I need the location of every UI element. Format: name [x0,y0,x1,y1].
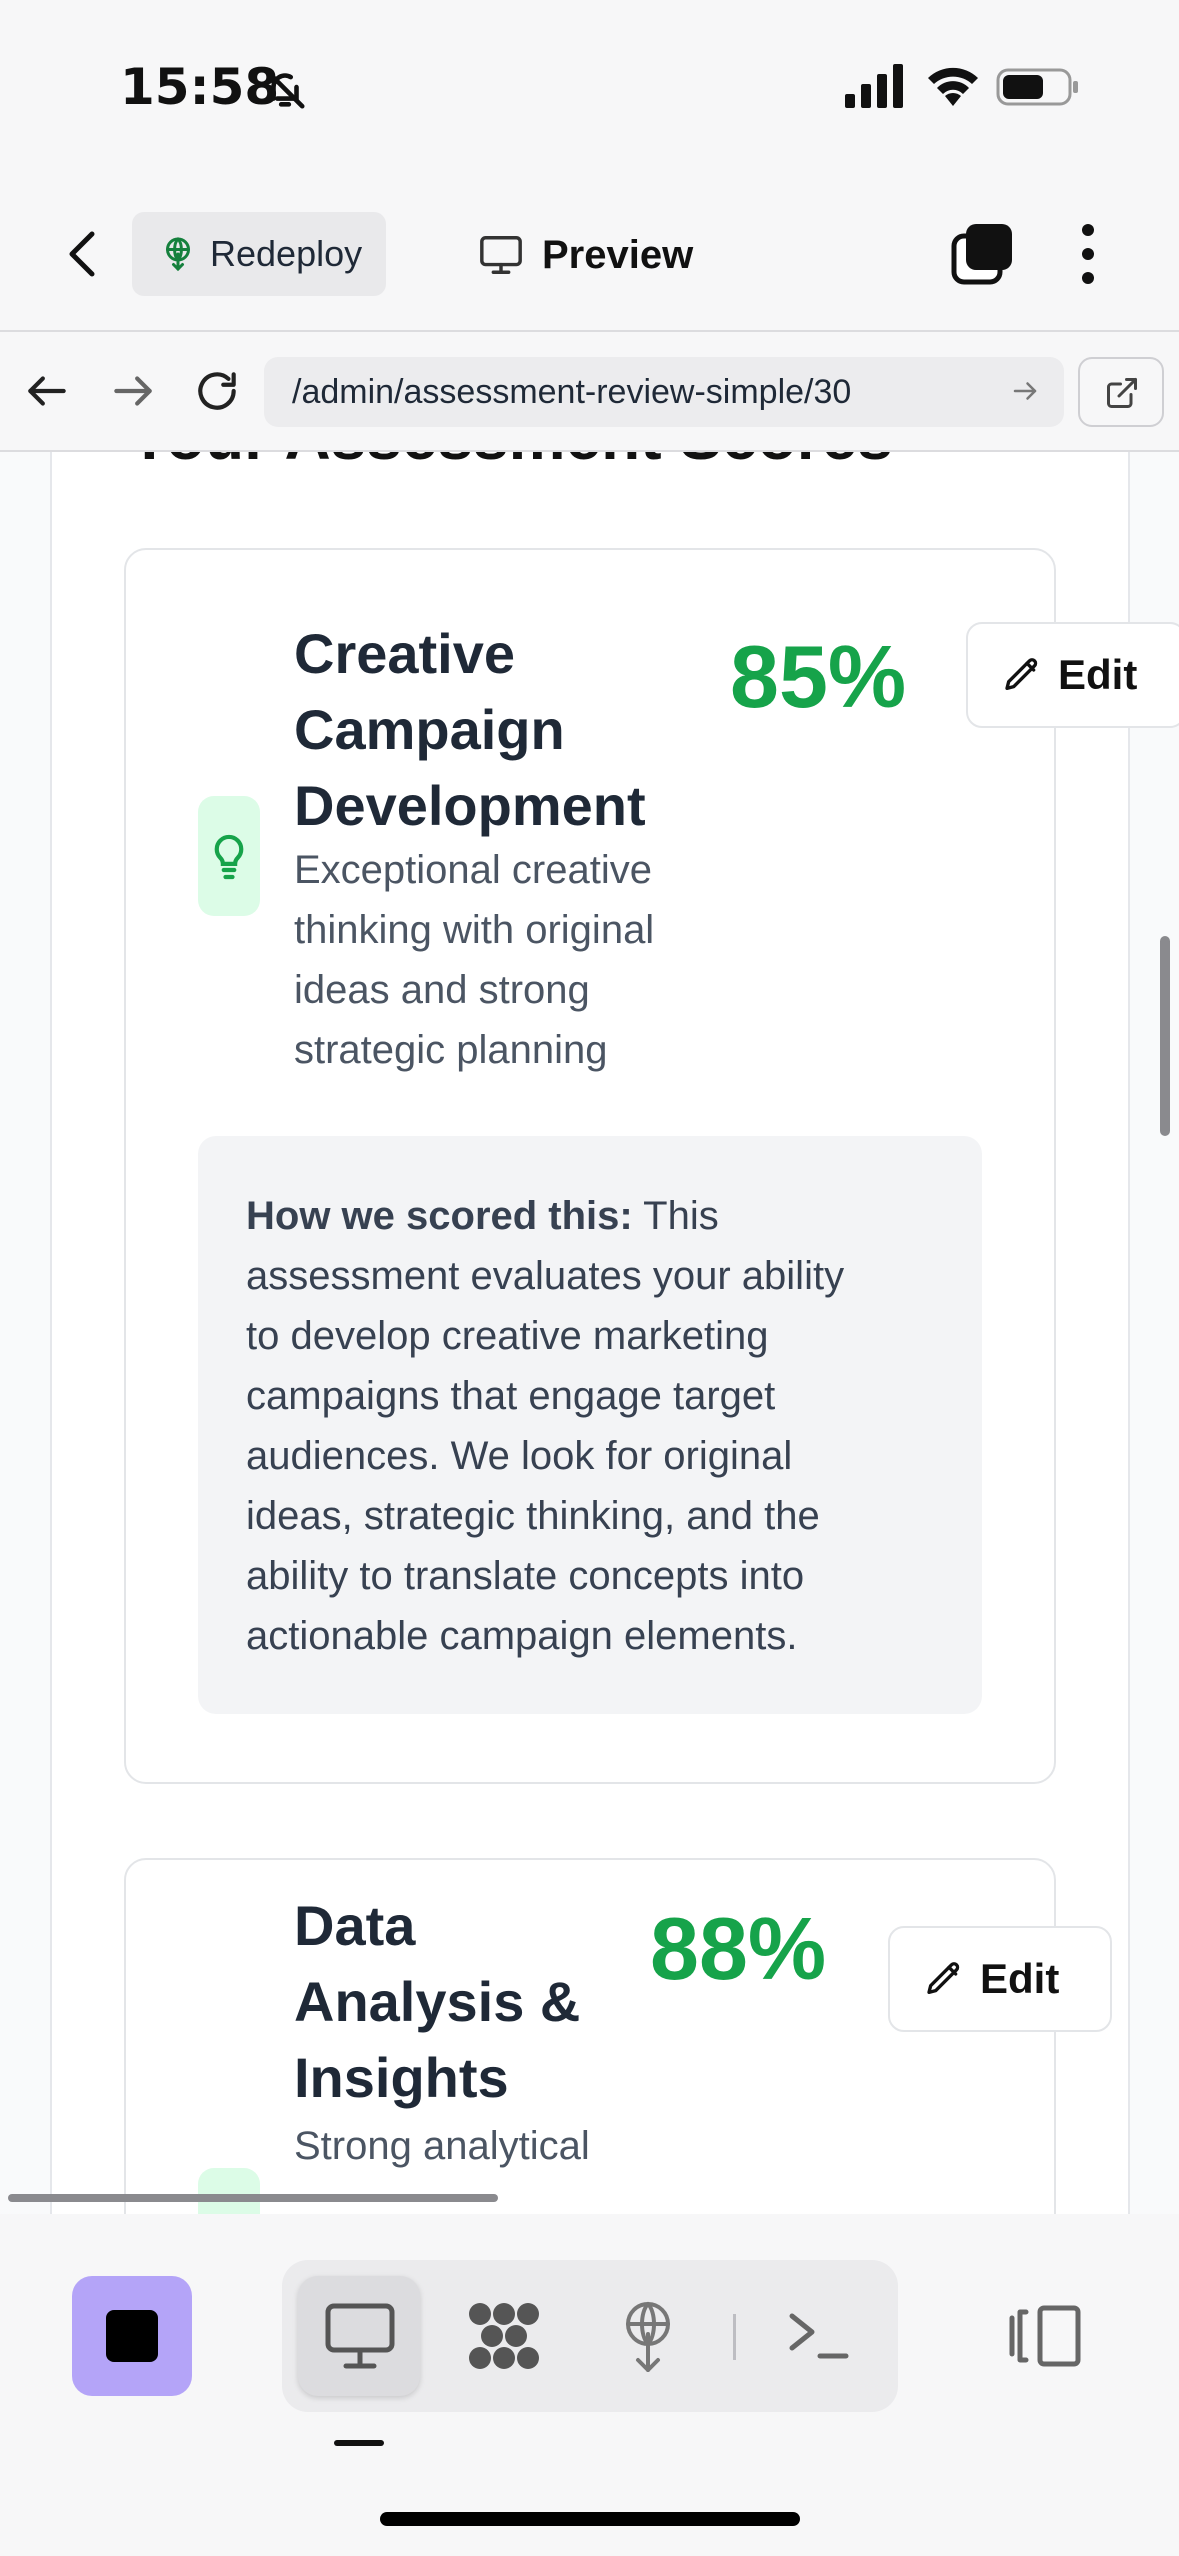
horizontal-scrollbar[interactable] [8,2194,498,2202]
toolbar-divider [733,2314,736,2360]
redeploy-button[interactable]: Redeploy [132,212,386,296]
reload-icon[interactable] [192,366,242,416]
open-external-icon [1107,378,1137,408]
screen: 15:58 Redeploy Preview /admin/assessment… [0,0,1179,2556]
bell-off-icon [265,69,305,109]
workflow-icon[interactable] [464,2300,544,2372]
stop-icon [106,2310,158,2362]
redeploy-icon [166,237,190,272]
description-line: Exceptional creative [294,848,652,892]
category-icon-badge [198,2168,260,2214]
url-text: /admin/assessment-review-simple/30 [292,372,852,411]
home-indicator [380,2512,800,2526]
category-title-line: Campaign [294,698,565,761]
section-title: Your Assessment Scores [128,452,893,474]
description-line: ideas and strong [294,968,590,1012]
category-icon-badge [198,796,260,916]
desktop-preview-icon[interactable] [320,2300,400,2372]
more-vertical-icon[interactable] [1068,222,1108,286]
scoring-text: assessment evaluates your ability [246,1254,845,1298]
pencil-icon [927,1962,960,1994]
lightbulb-icon [214,834,244,880]
status-time: 15:58 [120,58,280,116]
category-title-line: Insights [294,2046,509,2109]
scoring-text: This [632,1194,719,1238]
scoring-heading: How we scored this: [246,1194,633,1238]
category-title-line: Creative [294,622,516,685]
preview-button[interactable]: Preview [478,220,693,290]
scoring-text: ideas, strategic thinking, and the [246,1494,820,1538]
edit-label: Edit [980,1955,1060,2002]
scoring-text: actionable campaign elements. [246,1614,798,1658]
score-value: 85% [730,627,907,726]
scoring-text: ability to translate concepts into [246,1554,805,1598]
category-title: Creative Campaign Development [294,616,646,844]
wifi-icon [928,67,978,106]
vertical-scrollbar[interactable] [1160,936,1170,1136]
scoring-text: campaigns that engage target [246,1374,776,1418]
web-preview[interactable]: Your Assessment Scores Creative Campaign… [0,452,1179,2214]
description-line: strategic planning [294,1028,608,1072]
terminal-icon[interactable] [778,2300,858,2372]
category-description: Strong analytical [294,2116,590,2176]
active-tab-indicator [334,2440,384,2446]
description-line: thinking with original [294,908,655,952]
status-bar: 15:58 [0,0,1179,160]
pencil-icon [1005,658,1038,690]
score-card: Creative Campaign Development Exceptiona… [124,548,1179,1784]
go-arrow-icon[interactable] [1010,376,1040,406]
description-line: Strong analytical [294,2124,590,2168]
deploy-icon[interactable] [608,2300,688,2372]
category-title: Data Analysis & Insights [294,1888,580,2116]
back-arrow-icon[interactable] [22,366,72,416]
monitor-icon [480,236,522,274]
battery-icon [996,68,1078,106]
back-chevron-icon[interactable] [60,226,106,282]
scoring-text: to develop creative marketing [246,1314,769,1358]
category-title-line: Analysis & [294,1970,581,2033]
stop-button[interactable] [72,2276,192,2396]
url-input[interactable]: /admin/assessment-review-simple/30 [264,357,1064,427]
edit-label: Edit [1058,651,1138,698]
category-title-line: Data [294,1894,416,1957]
split-view-icon[interactable] [1006,2300,1086,2372]
open-external-button[interactable] [1078,357,1164,427]
cellular-signal-icon [845,64,903,108]
scoring-text: audiences. We look for original [246,1434,793,1478]
score-value: 88% [650,1899,827,1998]
redeploy-label: Redeploy [210,233,363,274]
edit-button[interactable]: Edit [966,622,1179,728]
tabs-icon[interactable] [950,222,1014,286]
preview-label: Preview [542,232,694,277]
edit-button[interactable]: Edit [888,1926,1112,2032]
scoring-explanation: How we scored this: This assessment eval… [198,1136,982,1714]
forward-arrow-icon[interactable] [108,366,158,416]
score-card: Data Analysis & Insights Strong analytic… [124,1858,1112,2214]
category-description: Exceptional creative thinking with origi… [294,840,654,1080]
category-title-line: Development [294,774,646,837]
